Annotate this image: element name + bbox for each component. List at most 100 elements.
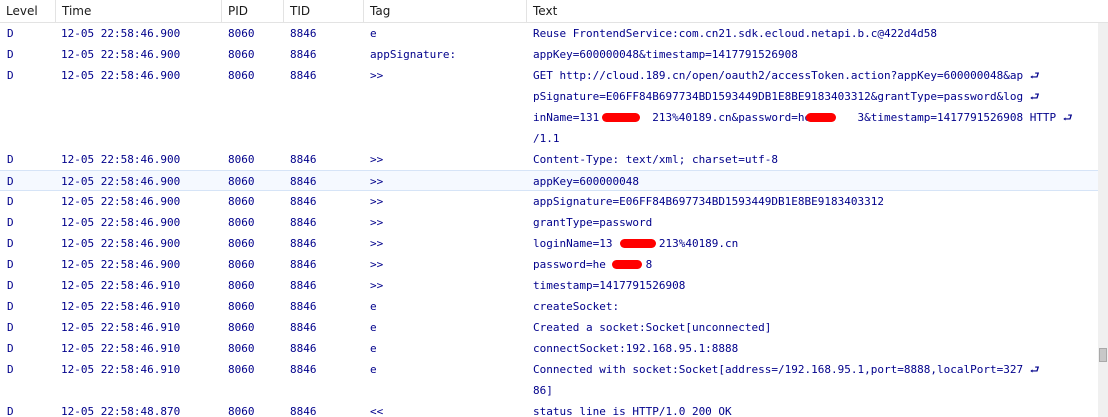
log-cell-pid: 8060 [228, 216, 255, 229]
log-cell-time: 12-05 22:58:46.910 [61, 321, 181, 334]
log-cell-pid: 8060 [228, 153, 255, 166]
log-cell-level: D [7, 27, 14, 40]
log-cell-text: appKey=600000048 [533, 175, 639, 188]
log-row[interactable]: D 12-05 22:58:46.910 8060 8846 e createSocket… [0, 296, 1098, 317]
log-cell-text: status line is HTTP/1.0 200 OK [533, 405, 732, 417]
log-cell-text: timestamp=1417791526908 [533, 279, 686, 292]
log-cell-pid: 8060 [228, 279, 255, 292]
log-cell-tag: >> [370, 237, 384, 250]
log-row[interactable]: D 12-05 22:58:46.900 8060 8846 >> appKey=6000… [0, 170, 1098, 191]
column-header-text[interactable]: Text [527, 0, 1108, 22]
log-cell-tid: 8846 [290, 279, 317, 292]
log-cell-tid: 8846 [290, 321, 317, 334]
log-cell-text: connectSocket:192.168.95.1:8888 [533, 342, 739, 355]
log-cell-tid: 8846 [290, 195, 317, 208]
log-row[interactable]: D 12-05 22:58:46.910 8060 8846 e Connected wi… [0, 359, 1098, 401]
vertical-scrollbar[interactable] [1098, 23, 1108, 417]
log-cell-pid: 8060 [228, 175, 255, 188]
log-cell-text: appKey=600000048&timestamp=1417791526908 [533, 48, 798, 61]
log-row[interactable]: D 12-05 22:58:46.910 8060 8846 e Created a so… [0, 317, 1098, 338]
log-cell-time: 12-05 22:58:46.900 [61, 153, 181, 166]
log-cell-tid: 8846 [290, 258, 317, 271]
log-row[interactable]: D 12-05 22:58:46.910 8060 8846 >> timestamp=1… [0, 275, 1098, 296]
log-cell-text: GET http://cloud.189.cn/open/oauth2/acce… [533, 69, 1040, 82]
log-cell-pid: 8060 [228, 321, 255, 334]
log-row[interactable]: D 12-05 22:58:46.900 8060 8846 appSignature:… [0, 44, 1098, 65]
log-cell-tag: >> [370, 195, 384, 208]
log-row[interactable]: D 12-05 22:58:46.900 8060 8846 >> Content-Typ… [0, 149, 1098, 170]
log-cell-tid: 8846 [290, 342, 317, 355]
log-cell-pid: 8060 [228, 195, 255, 208]
log-cell-level: D [7, 69, 14, 82]
column-header-time[interactable]: Time [56, 0, 222, 22]
log-table-body[interactable]: D 12-05 22:58:46.900 8060 8846 e Reuse Fronte… [0, 23, 1108, 417]
log-cell-pid: 8060 [228, 237, 255, 250]
redaction-mark [806, 113, 836, 122]
log-row[interactable]: D 12-05 22:58:46.910 8060 8846 e connectSocke… [0, 338, 1098, 359]
redaction-mark [620, 239, 656, 248]
log-row[interactable]: D 12-05 22:58:46.900 8060 8846 >> GET http://… [0, 65, 1098, 149]
log-cell-time: 12-05 22:58:46.900 [61, 175, 181, 188]
log-row[interactable]: D 12-05 22:58:46.900 8060 8846 >> password=he… [0, 254, 1098, 275]
log-cell-tag: >> [370, 69, 384, 82]
log-cell-text: grantType=password [533, 216, 653, 229]
log-cell-tag: e [370, 300, 377, 313]
column-header-level[interactable]: Level [0, 0, 56, 22]
log-cell-pid: 8060 [228, 363, 255, 376]
log-cell-text: appSignature=E06FF84B697734BD1593449DB1E… [533, 195, 884, 208]
log-cell-time: 12-05 22:58:46.900 [61, 27, 181, 40]
log-row[interactable]: D 12-05 22:58:46.900 8060 8846 >> loginName=1… [0, 233, 1098, 254]
log-cell-level: D [7, 279, 14, 292]
log-cell-pid: 8060 [228, 300, 255, 313]
log-cell-tag: >> [370, 175, 384, 188]
log-cell-level: D [7, 153, 14, 166]
log-cell-level: D [7, 300, 14, 313]
log-cell-tag: e [370, 363, 377, 376]
log-cell-tid: 8846 [290, 69, 317, 82]
log-cell-time: 12-05 22:58:46.900 [61, 258, 181, 271]
log-cell-level: D [7, 48, 14, 61]
log-row[interactable]: D 12-05 22:58:46.900 8060 8846 >> appSignatur… [0, 191, 1098, 212]
log-cell-tid: 8846 [290, 237, 317, 250]
log-cell-level: D [7, 258, 14, 271]
log-cell-pid: 8060 [228, 69, 255, 82]
log-cell-time: 12-05 22:58:46.900 [61, 237, 181, 250]
log-cell-time: 12-05 22:58:46.910 [61, 300, 181, 313]
redaction-mark [602, 113, 640, 122]
log-cell-tid: 8846 [290, 153, 317, 166]
column-header-tag[interactable]: Tag [364, 0, 527, 22]
log-cell-text: 86] [533, 384, 553, 397]
log-row[interactable]: D 12-05 22:58:46.900 8060 8846 >> grantType=p… [0, 212, 1098, 233]
log-cell-text: Created a socket:Socket[unconnected] [533, 321, 772, 334]
log-cell-tag: >> [370, 153, 384, 166]
log-cell-pid: 8060 [228, 48, 255, 61]
log-table-header: Level Time PID TID Tag Text [0, 0, 1108, 23]
log-cell-level: D [7, 175, 14, 188]
column-header-tid[interactable]: TID [284, 0, 364, 22]
log-cell-time: 12-05 22:58:48.870 [61, 405, 181, 417]
log-cell-level: D [7, 216, 14, 229]
column-header-pid[interactable]: PID [222, 0, 284, 22]
log-row[interactable]: D 12-05 22:58:48.870 8060 8846 << status line… [0, 401, 1098, 417]
log-cell-time: 12-05 22:58:46.910 [61, 363, 181, 376]
log-cell-level: D [7, 195, 14, 208]
log-cell-tag: >> [370, 279, 384, 292]
log-cell-pid: 8060 [228, 342, 255, 355]
log-cell-tag: appSignature: [370, 48, 457, 61]
log-cell-level: D [7, 363, 14, 376]
log-cell-time: 12-05 22:58:46.900 [61, 216, 181, 229]
log-cell-tid: 8846 [290, 300, 317, 313]
log-cell-level: D [7, 237, 14, 250]
log-cell-level: D [7, 342, 14, 355]
log-cell-tag: e [370, 321, 377, 334]
log-cell-pid: 8060 [228, 27, 255, 40]
log-cell-time: 12-05 22:58:46.910 [61, 279, 181, 292]
log-cell-pid: 8060 [228, 405, 255, 417]
log-cell-time: 12-05 22:58:46.900 [61, 195, 181, 208]
log-row[interactable]: D 12-05 22:58:46.900 8060 8846 e Reuse Fronte… [0, 23, 1098, 44]
log-cell-text: pSignature=E06FF84B697734BD1593449DB1E8B… [533, 90, 1040, 103]
log-cell-text: Content-Type: text/xml; charset=utf-8 [533, 153, 779, 166]
redaction-mark [612, 260, 642, 269]
log-cell-level: D [7, 405, 14, 417]
scrollbar-thumb[interactable] [1099, 348, 1107, 362]
